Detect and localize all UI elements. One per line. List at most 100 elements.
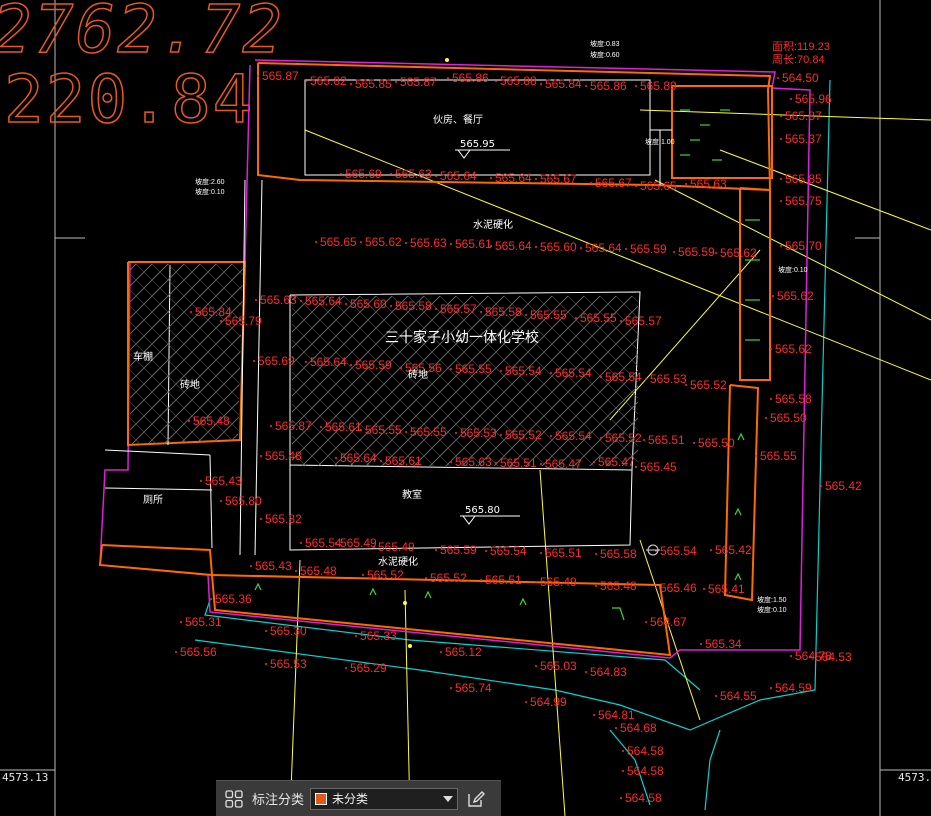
elevation-point xyxy=(780,138,782,140)
elevation-label: 564.99 xyxy=(530,695,567,709)
elevation-point xyxy=(315,241,317,243)
elevation-point xyxy=(265,630,267,632)
elevation-point xyxy=(450,687,452,689)
kitchen-marker-value: 565.95 xyxy=(460,139,495,150)
elevation-point xyxy=(593,461,595,463)
elevation-point xyxy=(355,635,357,637)
elevation-point xyxy=(455,432,457,434)
elevation-point xyxy=(270,425,272,427)
elevation-label: 565.63 xyxy=(455,455,492,469)
elevation-point xyxy=(550,372,552,374)
elevation-point xyxy=(685,183,687,185)
elevation-point xyxy=(600,437,602,439)
elevation-point xyxy=(525,314,527,316)
elevation-label: 565.61 xyxy=(455,237,492,251)
elevation-label: 565.61 xyxy=(385,454,422,468)
elevation-point xyxy=(622,750,624,752)
elevation-labels: 565.87 565.82 565.85 565.87 565.86 565.88 565.… xyxy=(175,69,862,805)
elevation-label: 565.55 xyxy=(580,311,617,325)
slope-note: 坡度:0.83 xyxy=(590,39,620,48)
elevation-label: 565.45 xyxy=(640,460,677,474)
elevation-point xyxy=(305,80,307,82)
elevation-point xyxy=(600,376,602,378)
slope-note: 坡度:0.10 xyxy=(778,265,808,274)
elevation-label: 565.36 xyxy=(215,592,252,606)
elevation-label: 565.65 xyxy=(320,235,357,249)
elevation-label: 565.88 xyxy=(500,74,537,88)
grid-icon xyxy=(225,789,243,808)
elevation-label: 565.69 xyxy=(345,167,382,181)
elevation-label: 565.55 xyxy=(410,425,447,439)
elevation-point xyxy=(535,178,537,180)
elevation-label: 565.55 xyxy=(530,308,567,322)
elevation-point xyxy=(495,462,497,464)
grid-view-button[interactable] xyxy=(222,787,246,811)
elevation-point xyxy=(620,320,622,322)
brick-area-label: 砖地 xyxy=(180,378,200,391)
elevation-point xyxy=(220,500,222,502)
elevation-label: 565.80 xyxy=(225,494,262,508)
elevation-label: 565.75 xyxy=(785,194,822,208)
elevation-point xyxy=(362,574,364,576)
elevation-label: 565.87 xyxy=(785,109,822,123)
elevation-point xyxy=(340,173,342,175)
elevation-label: 564.81 xyxy=(598,708,635,722)
elevation-label: 565.52 xyxy=(605,431,642,445)
elevation-label: 565.62 xyxy=(775,342,812,356)
elevation-point xyxy=(780,115,782,117)
edit-annotation-button[interactable] xyxy=(464,787,488,811)
elevation-point xyxy=(345,303,347,305)
elevation-point xyxy=(300,300,302,302)
elevation-point xyxy=(425,577,427,579)
elevation-point xyxy=(780,178,782,180)
elevation-point xyxy=(405,242,407,244)
cad-canvas[interactable]: 2762.72 220.84 565.87 565.82 565.85 565.… xyxy=(0,0,931,816)
elevation-point xyxy=(350,364,352,366)
elevation-point xyxy=(480,579,482,581)
elevation-label: 565.56 xyxy=(180,645,217,659)
elevation-label: 565.54 xyxy=(605,370,642,384)
elevation-label: 565.49 xyxy=(540,575,577,589)
elevation-point xyxy=(495,80,497,82)
elevation-label: 565.64 xyxy=(340,451,377,465)
elevation-label: 564.58 xyxy=(627,764,664,778)
elevation-label: 565.54 xyxy=(555,366,592,380)
elevation-point xyxy=(625,248,627,250)
elevation-point xyxy=(260,518,262,520)
elevation-label: 565.53 xyxy=(270,657,307,671)
elevation-point xyxy=(490,177,492,179)
elevation-point xyxy=(500,370,502,372)
elevation-point xyxy=(655,587,657,589)
elevation-label: 565.54 xyxy=(505,364,542,378)
elevation-point xyxy=(595,553,597,555)
elevation-label: 565.51 xyxy=(545,546,582,560)
elevation-label: 565.41 xyxy=(708,582,745,596)
elevation-label: 565.30 xyxy=(270,624,307,638)
elevation-label: 565.55 xyxy=(760,449,797,463)
elevation-label: 565.69 xyxy=(258,354,295,368)
elevation-label: 565.50 xyxy=(698,436,735,450)
elevation-point xyxy=(550,435,552,437)
classroom-marker-value: 565.80 xyxy=(465,505,500,516)
elevation-label: 565.55 xyxy=(365,423,402,437)
elevation-label: 565.33 xyxy=(360,629,397,643)
elevation-point xyxy=(450,461,452,463)
elevation-label: 565.43 xyxy=(255,559,292,573)
elevation-label: 565.63 xyxy=(690,177,727,191)
elevation-label: 565.58 xyxy=(775,392,812,406)
category-dropdown[interactable]: 未分类 xyxy=(310,787,459,810)
elevation-label: 564.83 xyxy=(590,665,627,679)
elevation-label: 565.85 xyxy=(785,172,822,186)
elevation-label: 565.55 xyxy=(455,362,492,376)
elevation-point xyxy=(190,311,192,313)
elevation-point xyxy=(300,542,302,544)
category-label: 标注分类 xyxy=(252,793,305,808)
elevation-point xyxy=(575,317,577,319)
elevation-point xyxy=(590,182,592,184)
elevation-label: 564.58 xyxy=(625,791,662,805)
elevation-label: 565.57 xyxy=(440,302,477,316)
elevation-label: 564.50 xyxy=(782,71,819,85)
elevation-point xyxy=(200,480,202,482)
elevation-point xyxy=(685,384,687,386)
elevation-label: 565.58 xyxy=(485,305,522,319)
